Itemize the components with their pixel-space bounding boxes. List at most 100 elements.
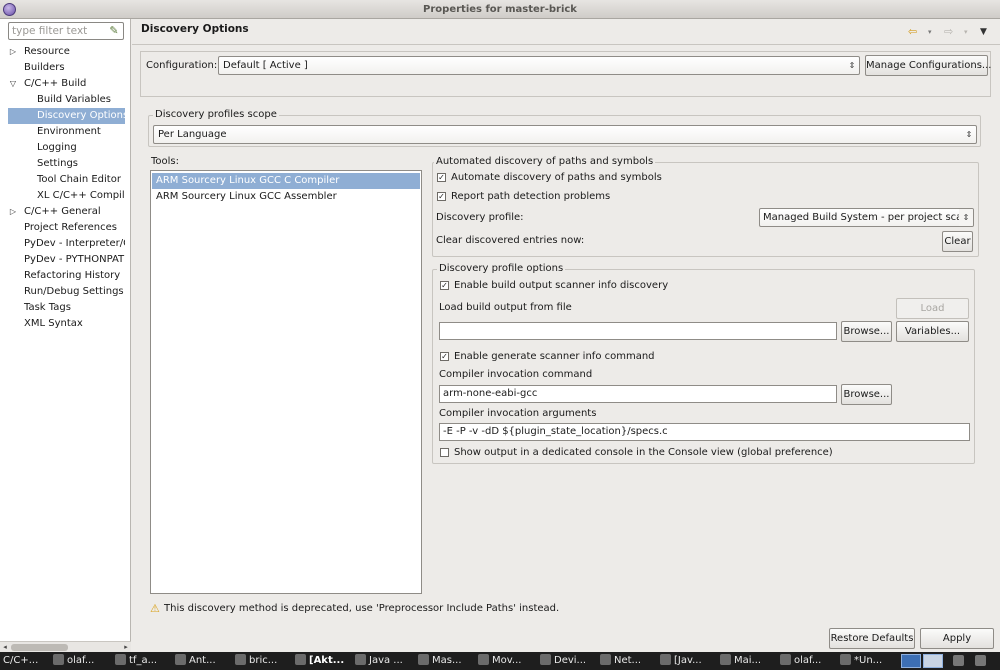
tree-item[interactable]: Discovery Options <box>8 108 125 124</box>
tree-item-label: XML Syntax <box>24 318 83 329</box>
tree-item[interactable]: Build Variables <box>8 92 125 108</box>
tree-item[interactable]: Run/Debug Settings <box>8 284 125 300</box>
enable-scanner-label: Enable build output scanner info discove… <box>454 280 669 291</box>
taskbar-item[interactable]: [Jav... <box>660 652 716 670</box>
taskbar-item[interactable]: olaf... <box>780 652 836 670</box>
view-menu-icon[interactable]: ▼ <box>980 25 987 39</box>
compiler-command-label: Compiler invocation command <box>439 369 593 380</box>
taskbar-item[interactable]: olaf... <box>53 652 109 670</box>
browse-command-button[interactable]: Browse... <box>841 384 892 405</box>
taskbar-item[interactable]: C/C+... <box>3 652 59 670</box>
tool-item-c-compiler[interactable]: ARM Sourcery Linux GCC C Compiler <box>152 173 420 189</box>
tree-item[interactable]: Project References <box>8 220 125 236</box>
show-console-checkbox[interactable] <box>440 448 449 457</box>
discovery-profile-select[interactable]: Managed Build System - per project scann… <box>759 208 974 227</box>
configuration-label: Configuration: <box>146 60 218 71</box>
tree-item[interactable]: PyDev - PYTHONPATH <box>8 252 125 268</box>
tray-icon[interactable] <box>953 655 964 666</box>
taskbar-item[interactable]: Mas... <box>418 652 474 670</box>
enable-generate-checkbox[interactable]: ✓ <box>440 352 449 361</box>
report-problems-checkbox[interactable]: ✓ <box>437 192 446 201</box>
taskbar-item[interactable]: Java ... <box>355 652 411 670</box>
forward-arrow-icon[interactable]: ⇨ <box>944 25 953 39</box>
tree-item[interactable]: XL C/C++ Compiler <box>8 188 125 204</box>
app-icon <box>478 654 489 665</box>
clear-filter-icon[interactable]: ✎ <box>107 24 121 38</box>
tree-item[interactable]: PyDev - Interpreter/G <box>8 236 125 252</box>
tree-item[interactable]: ▷ Resource <box>8 44 125 60</box>
build-output-file-input[interactable] <box>439 322 837 340</box>
taskbar-item[interactable]: Ant... <box>175 652 231 670</box>
tree-horizontal-scrollbar[interactable]: ◂ ▸ <box>0 641 131 652</box>
load-button[interactable]: Load <box>896 298 969 319</box>
tree-item[interactable]: ▷ C/C++ General <box>8 204 125 220</box>
tree-collapsed-icon[interactable]: ▷ <box>8 44 18 60</box>
tools-list[interactable]: ARM Sourcery Linux GCC C Compiler ARM So… <box>150 170 422 594</box>
compiler-command-input[interactable]: arm-none-eabi-gcc <box>439 385 837 403</box>
tool-item-label: ARM Sourcery Linux GCC Assembler <box>156 191 337 202</box>
compiler-arguments-input[interactable]: -E -P -v -dD ${plugin_state_location}/sp… <box>439 423 970 441</box>
clear-button[interactable]: Clear <box>942 231 973 252</box>
tree-item[interactable]: XML Syntax <box>8 316 125 332</box>
tree-item[interactable]: Environment <box>8 124 125 140</box>
warning-icon: ⚠ <box>150 602 160 615</box>
taskbar-item[interactable]: Net... <box>600 652 656 670</box>
tree-item-label: Tool Chain Editor <box>37 174 121 185</box>
taskbar-item-label: [Akt... <box>309 655 345 666</box>
variables-button[interactable]: Variables... <box>896 321 969 342</box>
tool-item-assembler[interactable]: ARM Sourcery Linux GCC Assembler <box>152 189 420 205</box>
discovery-scope-select[interactable]: Per Language ⇕ <box>153 125 977 144</box>
scroll-left-icon[interactable]: ◂ <box>0 642 10 652</box>
scrollbar-thumb[interactable] <box>11 644 68 651</box>
taskbar-item-label: [Jav... <box>674 655 702 666</box>
taskbar-item[interactable]: Devi... <box>540 652 596 670</box>
restore-defaults-button[interactable]: Restore Defaults <box>829 628 915 649</box>
taskbar-item[interactable]: Mov... <box>478 652 534 670</box>
forward-menu-chevron-icon[interactable]: ▾ <box>964 25 968 39</box>
enable-scanner-checkbox[interactable]: ✓ <box>440 281 449 290</box>
taskbar-item[interactable]: *Un... <box>840 652 898 670</box>
tree-item[interactable]: Refactoring History <box>8 268 125 284</box>
tree-item-label: Discovery Options <box>37 110 125 121</box>
clear-entries-label: Clear discovered entries now: <box>436 235 585 246</box>
tree-item[interactable]: Logging <box>8 140 125 156</box>
browse-file-button[interactable]: Browse... <box>841 321 892 342</box>
combo-arrows-icon: ⇕ <box>959 209 973 226</box>
tree-item[interactable]: Builders <box>8 60 125 76</box>
filter-box: ✎ <box>8 22 124 40</box>
tree-expanded-icon[interactable]: ▽ <box>8 76 18 92</box>
taskbar-item[interactable]: Mai... <box>720 652 776 670</box>
manage-configurations-button[interactable]: Manage Configurations... <box>865 55 991 76</box>
window-titlebar[interactable]: Properties for master-brick <box>0 0 1000 19</box>
filter-input[interactable] <box>9 23 105 39</box>
combo-arrows-icon: ⇕ <box>848 61 856 70</box>
workspace-switcher-2[interactable] <box>923 654 943 668</box>
app-icon <box>295 654 306 665</box>
automate-discovery-checkbox[interactable]: ✓ <box>437 173 446 182</box>
taskbar-item[interactable]: [Akt... <box>295 652 351 670</box>
workspace-switcher-1[interactable] <box>901 654 921 668</box>
tree-collapsed-icon[interactable]: ▷ <box>8 204 18 220</box>
enable-generate-label: Enable generate scanner info command <box>454 351 655 362</box>
taskbar-item[interactable]: tf_a... <box>115 652 171 670</box>
tray-icon[interactable] <box>975 655 986 666</box>
window-menu-icon[interactable] <box>3 3 16 16</box>
apply-button[interactable]: Apply <box>920 628 994 649</box>
app-icon <box>780 654 791 665</box>
tree-item[interactable]: Settings <box>8 156 125 172</box>
configuration-select[interactable]: Default [ Active ] ⇕ <box>218 56 860 75</box>
tree-item-label: XL C/C++ Compiler <box>37 190 125 201</box>
taskbar-item[interactable]: bric... <box>235 652 291 670</box>
back-arrow-icon[interactable]: ⇦ <box>908 25 917 39</box>
back-menu-chevron-icon[interactable]: ▾ <box>928 25 932 39</box>
scroll-right-icon[interactable]: ▸ <box>121 642 131 652</box>
app-icon <box>175 654 186 665</box>
discovery-scope-title: Discovery profiles scope <box>153 109 279 121</box>
tree-item[interactable]: ▽ C/C++ Build <box>8 76 125 92</box>
app-icon <box>355 654 366 665</box>
tree-item[interactable]: Task Tags <box>8 300 125 316</box>
taskbar-item-label: Mov... <box>492 655 522 666</box>
tree-item[interactable]: Tool Chain Editor <box>8 172 125 188</box>
app-icon <box>53 654 64 665</box>
report-problems-label: Report path detection problems <box>451 191 611 202</box>
